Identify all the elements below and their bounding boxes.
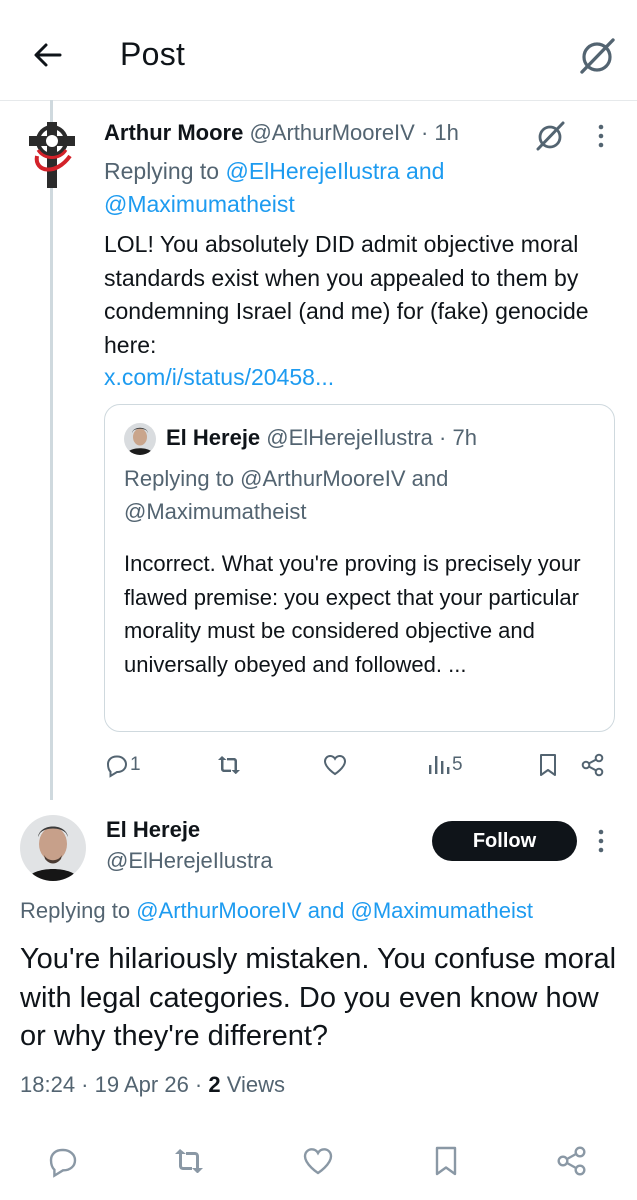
quoted-replying-line2: @Maximumatheist bbox=[124, 499, 307, 524]
quoted-replying-to-text: Replying to @ArthurMooreIV and @Maximuma… bbox=[124, 462, 594, 528]
quoted-post-body: Incorrect. What you're proving is precis… bbox=[124, 551, 581, 677]
post-date[interactable]: 19 Apr 26 bbox=[95, 1072, 189, 1097]
repost-button[interactable] bbox=[216, 748, 242, 782]
author-name[interactable]: Arthur Moore bbox=[104, 120, 243, 145]
post-body: You're hilariously mistaken. You confuse… bbox=[20, 943, 617, 1052]
post-body: LOL! You absolutely DID admit objective … bbox=[104, 231, 589, 358]
mention-link[interactable]: @ArthurMooreIV bbox=[136, 898, 301, 923]
bookmark-icon bbox=[540, 754, 556, 776]
views-label: Views bbox=[220, 1072, 286, 1097]
mention-link[interactable]: @ElHerejeIlustra bbox=[225, 158, 399, 184]
replying-and: and bbox=[399, 158, 445, 184]
header-divider bbox=[0, 100, 637, 101]
page-title: Post bbox=[120, 36, 186, 72]
views-button[interactable]: 5 bbox=[426, 748, 463, 782]
author-name[interactable]: El Hereje bbox=[106, 817, 200, 843]
views-count: 5 bbox=[452, 754, 463, 775]
bookmark-icon[interactable] bbox=[429, 1144, 463, 1178]
more-options-icon[interactable] bbox=[598, 829, 604, 858]
post-author-row: Arthur Moore @ArthurMooreIV · 1h bbox=[104, 120, 459, 146]
mention-link[interactable]: @Maximumatheist bbox=[104, 191, 295, 217]
post-time[interactable]: 1h bbox=[434, 120, 458, 145]
back-arrow-icon[interactable] bbox=[30, 38, 64, 72]
reply-icon[interactable] bbox=[46, 1144, 80, 1178]
heart-icon[interactable] bbox=[301, 1144, 335, 1178]
main-post-actions-bar bbox=[0, 1138, 637, 1184]
separator-dot: · bbox=[420, 120, 429, 145]
bookmark-button[interactable] bbox=[535, 748, 561, 782]
replying-to-text: Replying to @ElHerejeIlustra and @Maximu… bbox=[104, 155, 564, 221]
quoted-replying-line1: Replying to @ArthurMooreIV and bbox=[124, 466, 449, 491]
repost-icon[interactable] bbox=[172, 1144, 206, 1178]
grok-icon[interactable] bbox=[576, 35, 618, 77]
post-meta: 18:24 · 19 Apr 26 · 2 Views bbox=[20, 1072, 285, 1098]
quoted-author-name: El Hereje bbox=[166, 425, 261, 450]
more-options-icon[interactable] bbox=[598, 124, 604, 153]
quoted-post-time: 7h bbox=[452, 425, 477, 450]
quoted-author-row: El Hereje @ElHerejeIlustra · 7h bbox=[166, 425, 477, 451]
share-icon[interactable] bbox=[555, 1144, 589, 1178]
reply-icon bbox=[106, 755, 128, 778]
replying-prefix: Replying to bbox=[20, 898, 137, 923]
heart-icon bbox=[323, 754, 347, 776]
mention-link[interactable]: @Maximumatheist bbox=[351, 898, 534, 923]
separator-dot: · bbox=[439, 425, 447, 450]
like-button[interactable] bbox=[322, 748, 348, 782]
repost-icon bbox=[218, 756, 240, 774]
author-handle[interactable]: @ArthurMooreIV bbox=[249, 120, 414, 145]
replying-and: and bbox=[301, 898, 351, 923]
reply-button[interactable]: 1 bbox=[104, 748, 141, 782]
quoted-author-handle: @ElHerejeIlustra bbox=[266, 425, 433, 450]
views-count: 2 bbox=[208, 1072, 221, 1097]
thread-connector-line bbox=[50, 100, 53, 800]
follow-button[interactable]: Follow bbox=[432, 821, 577, 861]
post-actions-bar: 1 5 bbox=[104, 748, 614, 782]
grok-icon[interactable] bbox=[532, 118, 568, 154]
share-button[interactable] bbox=[580, 748, 606, 782]
share-icon bbox=[581, 753, 604, 777]
separator-dot: · bbox=[188, 1072, 209, 1097]
author-handle[interactable]: @ElHerejeIlustra bbox=[106, 848, 273, 874]
avatar bbox=[124, 423, 156, 455]
avatar[interactable] bbox=[20, 815, 86, 881]
post-link[interactable]: x.com/i/status/20458... bbox=[104, 364, 334, 391]
post-time[interactable]: 18:24 bbox=[20, 1072, 75, 1097]
replying-to-text: Replying to @ArthurMooreIV and @Maximuma… bbox=[20, 898, 533, 924]
separator-dot: · bbox=[75, 1072, 95, 1097]
views-icon bbox=[429, 756, 450, 774]
reply-count: 1 bbox=[130, 754, 141, 775]
replying-prefix: Replying to bbox=[104, 158, 226, 184]
avatar[interactable] bbox=[26, 120, 78, 190]
